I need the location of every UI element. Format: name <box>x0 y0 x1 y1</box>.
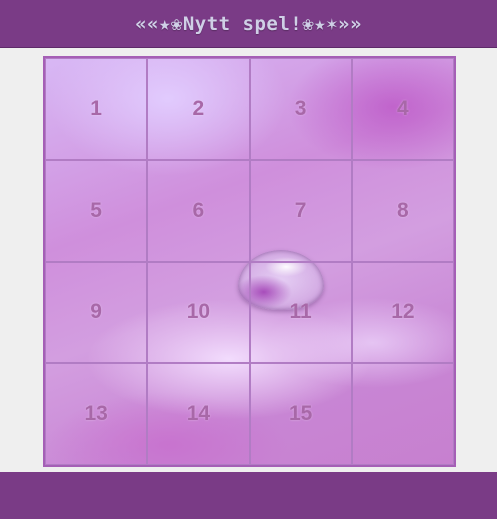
puzzle-tile[interactable]: 10 <box>147 261 250 364</box>
puzzle-tile[interactable]: 15 <box>249 363 352 465</box>
puzzle-tile[interactable]: 12 <box>351 261 454 364</box>
empty-slot[interactable] <box>351 363 454 465</box>
puzzle-tile[interactable]: 9 <box>45 261 148 364</box>
puzzle-tile[interactable]: 1 <box>45 58 148 160</box>
puzzle-tile[interactable]: 13 <box>45 363 148 465</box>
puzzle-tile[interactable]: 5 <box>45 159 148 262</box>
new-game-button[interactable]: ««★❀Nytt spel!❀★✶»» <box>135 13 362 35</box>
puzzle-tile[interactable]: 2 <box>147 58 250 160</box>
puzzle-tile[interactable]: 8 <box>351 159 454 262</box>
tile-grid: 1 2 3 4 5 6 7 8 9 10 11 12 13 14 15 <box>45 58 454 465</box>
puzzle-tile[interactable]: 4 <box>351 58 454 160</box>
footer-bar <box>0 472 497 519</box>
header-bar: ««★❀Nytt spel!❀★✶»» <box>0 0 497 48</box>
puzzle-board: 1 2 3 4 5 6 7 8 9 10 11 12 13 14 15 <box>43 56 456 467</box>
puzzle-tile[interactable]: 14 <box>147 363 250 465</box>
puzzle-tile[interactable]: 6 <box>147 159 250 262</box>
puzzle-tile[interactable]: 3 <box>249 58 352 160</box>
puzzle-tile[interactable]: 11 <box>249 261 352 364</box>
puzzle-tile[interactable]: 7 <box>249 159 352 262</box>
